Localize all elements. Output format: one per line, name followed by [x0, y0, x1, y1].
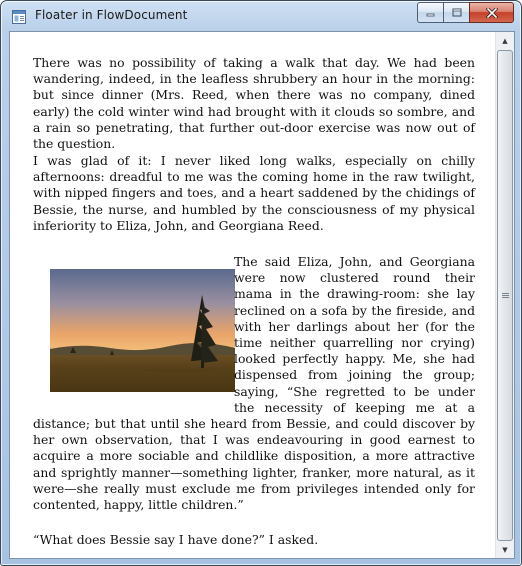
vertical-scrollbar[interactable]: ▲ ▼ — [495, 32, 514, 558]
maximize-icon — [452, 8, 461, 17]
paragraph-1: There was no possibility of taking a wal… — [33, 55, 475, 152]
grip-icon — [501, 292, 509, 299]
close-icon — [485, 7, 498, 18]
paragraph-3: The said Eliza, John, and Georgiana were… — [33, 254, 475, 513]
close-button[interactable] — [469, 2, 514, 23]
caption-buttons — [417, 2, 514, 23]
flow-document: There was no possibility of taking a wal… — [10, 32, 494, 558]
app-window: Floater in FlowDocument There was no pos… — [0, 0, 522, 566]
minimize-icon — [426, 13, 435, 17]
minimize-button[interactable] — [417, 2, 443, 23]
app-icon[interactable] — [11, 9, 27, 25]
title-bar[interactable]: Floater in FlowDocument — [1, 1, 521, 31]
scroll-up-button[interactable]: ▲ — [496, 32, 514, 49]
paragraph-4: “What does Bessie say I have done?” I as… — [33, 532, 319, 547]
window-title: Floater in FlowDocument — [35, 8, 188, 22]
maximize-button[interactable] — [443, 2, 469, 23]
scroll-thumb[interactable] — [497, 50, 513, 541]
floater-space — [33, 254, 234, 413]
paragraph-2: I was glad of it: I never liked long wal… — [33, 153, 475, 233]
scroll-down-button[interactable]: ▼ — [496, 541, 514, 558]
triangle-down-icon: ▼ — [502, 545, 508, 554]
flow-document-viewer[interactable]: There was no possibility of taking a wal… — [9, 31, 515, 559]
triangle-up-icon: ▲ — [502, 36, 508, 45]
